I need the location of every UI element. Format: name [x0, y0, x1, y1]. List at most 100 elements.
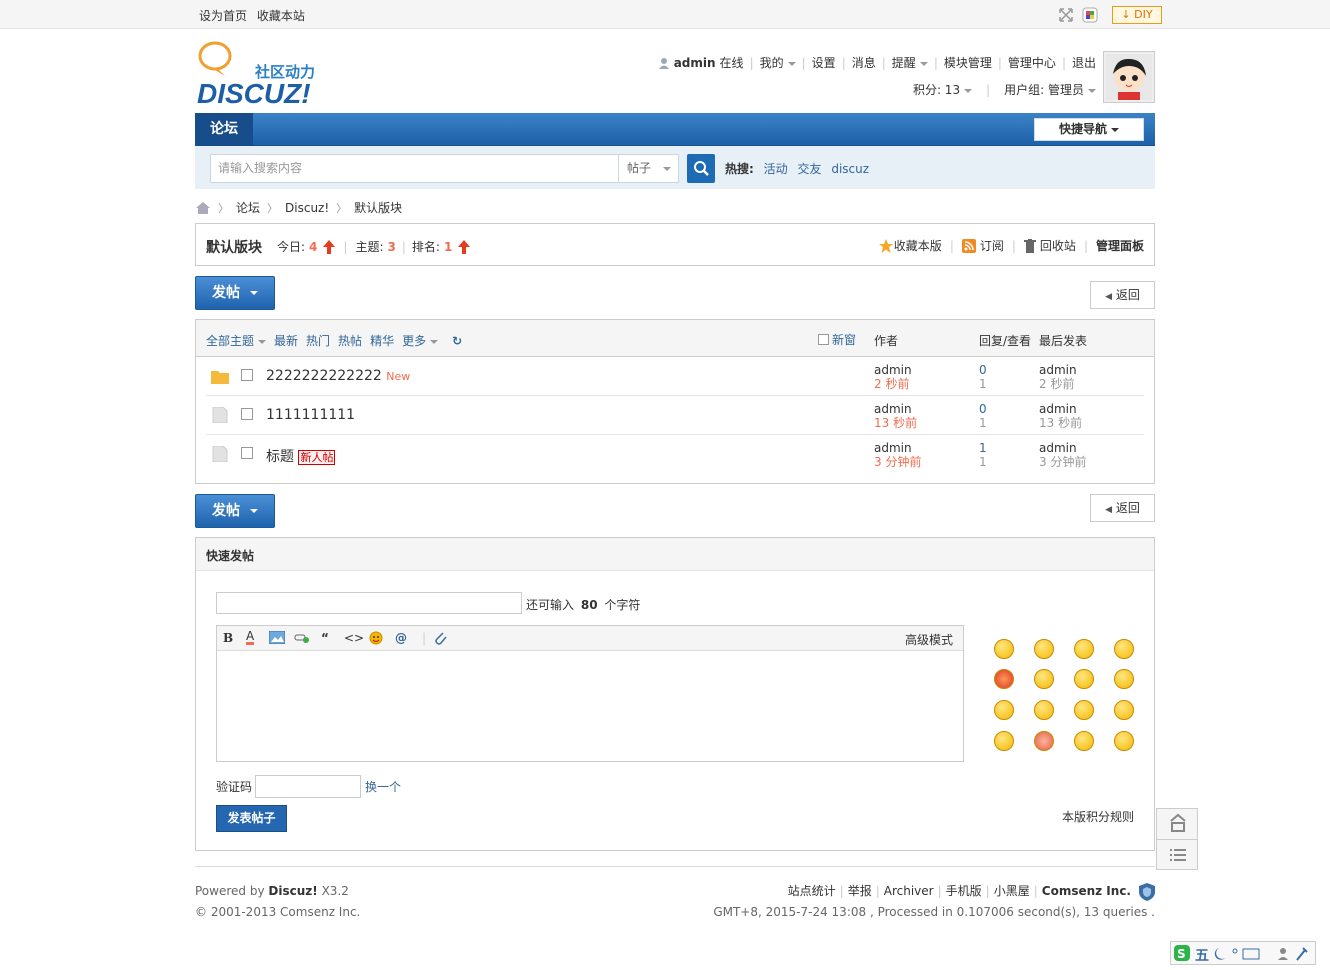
- home-icon[interactable]: [195, 201, 211, 215]
- thread-title[interactable]: 标题: [266, 449, 294, 465]
- style-switch-icon[interactable]: [1082, 7, 1098, 23]
- last-poster[interactable]: admin: [1039, 363, 1077, 377]
- messages-link[interactable]: 消息: [852, 54, 876, 71]
- admin-center-link[interactable]: 管理中心: [1008, 54, 1056, 71]
- hot-search-item[interactable]: 交友: [797, 162, 821, 176]
- filter-digest[interactable]: 精华: [370, 332, 394, 349]
- search-input[interactable]: 请输入搜索内容: [210, 154, 619, 183]
- filter-more[interactable]: 更多: [402, 332, 439, 349]
- scroll-top-button[interactable]: [1157, 809, 1197, 840]
- back-button[interactable]: ◀ 返回: [1090, 281, 1155, 309]
- font-color-icon[interactable]: A: [246, 630, 255, 645]
- table-row[interactable]: 2222222222222 New admin 2 秒前 01 admin 2 秒前: [206, 357, 1144, 396]
- footer-blacklist-link[interactable]: 小黑屋: [994, 881, 1030, 902]
- online-status[interactable]: 在线: [720, 54, 744, 71]
- bookmark-site-link[interactable]: 收藏本站: [257, 9, 305, 23]
- manage-panel-link[interactable]: 管理面板: [1096, 237, 1144, 254]
- my-menu[interactable]: 我的: [760, 54, 796, 71]
- smiley-icon[interactable]: [1034, 700, 1054, 720]
- ime-mode[interactable]: 五: [1195, 945, 1209, 965]
- recycle-bin-button[interactable]: 回收站: [1023, 237, 1076, 254]
- link-icon[interactable]: [294, 631, 310, 647]
- quote-icon[interactable]: “: [321, 631, 329, 645]
- portal-manage-link[interactable]: 模块管理: [944, 54, 992, 71]
- smiley-icon[interactable]: [1074, 700, 1094, 720]
- usergroup-menu[interactable]: 用户组: 管理员: [1004, 81, 1096, 98]
- thread-checkbox[interactable]: [241, 369, 253, 381]
- smiley-icon[interactable]: [1114, 669, 1134, 689]
- smiley-icon[interactable]: [994, 700, 1014, 720]
- set-home-link[interactable]: 设为首页: [199, 9, 247, 23]
- shield-icon[interactable]: [1139, 882, 1155, 901]
- last-post-time[interactable]: 2 秒前: [1039, 377, 1074, 391]
- message-editor[interactable]: B A “ <> @ | 高级模式: [216, 625, 964, 762]
- smiley-icon[interactable]: [1034, 731, 1054, 751]
- filter-latest[interactable]: 最新: [274, 332, 298, 349]
- smiley-icon[interactable]: [1034, 639, 1054, 659]
- remind-menu[interactable]: 提醒: [892, 54, 928, 71]
- smiley-icon[interactable]: [1114, 700, 1134, 720]
- breadcrumb-category[interactable]: Discuz!: [285, 201, 329, 215]
- logout-link[interactable]: 退出: [1072, 54, 1096, 71]
- footer-stats-link[interactable]: 站点统计: [788, 881, 836, 902]
- filter-hot[interactable]: 热门: [306, 332, 330, 349]
- nav-tab-forum[interactable]: 论坛: [195, 113, 253, 146]
- hot-search-item[interactable]: 活动: [764, 162, 788, 176]
- thread-checkbox[interactable]: [241, 447, 253, 459]
- credit-rules-link[interactable]: 本版积分规则: [1062, 808, 1134, 825]
- back-button-bottom[interactable]: ◀ 返回: [1090, 494, 1155, 522]
- thread-checkbox[interactable]: [241, 408, 253, 420]
- smiley-icon[interactable]: [1074, 731, 1094, 751]
- smiley-icon[interactable]: [1034, 669, 1054, 689]
- smiley-icon[interactable]: [1114, 731, 1134, 751]
- image-icon[interactable]: [268, 630, 286, 647]
- smiley-icon[interactable]: [994, 731, 1014, 751]
- thread-author[interactable]: admin: [874, 363, 912, 377]
- thread-title[interactable]: 1111111111: [266, 407, 355, 423]
- thread-title[interactable]: 2222222222222: [266, 368, 382, 384]
- submit-post-button[interactable]: 发表帖子: [216, 805, 287, 832]
- new-window-toggle[interactable]: 新窗: [818, 331, 856, 348]
- username-link[interactable]: admin: [674, 56, 716, 70]
- captcha-input[interactable]: [255, 775, 362, 798]
- filter-hot-posts[interactable]: 热帖: [338, 332, 362, 349]
- settings-link[interactable]: 设置: [812, 54, 836, 71]
- hot-search-item[interactable]: discuz: [831, 162, 869, 176]
- filter-all[interactable]: 全部主题: [206, 332, 267, 349]
- subject-input[interactable]: [216, 592, 522, 614]
- last-poster[interactable]: admin: [1039, 402, 1077, 416]
- search-button[interactable]: [687, 154, 715, 183]
- table-row[interactable]: 1111111111 admin 13 秒前 01 admin 13 秒前: [206, 396, 1144, 435]
- avatar[interactable]: [1103, 51, 1155, 103]
- breadcrumb-forum[interactable]: 论坛: [236, 199, 260, 216]
- credits-menu[interactable]: 积分: 13: [913, 81, 973, 98]
- new-thread-button-bottom[interactable]: 发帖: [195, 494, 275, 528]
- at-icon[interactable]: @: [395, 631, 407, 645]
- discuz-link[interactable]: Discuz!: [268, 884, 317, 898]
- thread-author[interactable]: admin: [874, 441, 912, 455]
- attachment-icon[interactable]: [433, 631, 447, 648]
- bold-icon[interactable]: B: [223, 631, 233, 645]
- new-window-checkbox[interactable]: [818, 334, 829, 345]
- fullscreen-icon[interactable]: [1058, 7, 1074, 23]
- footer-report-link[interactable]: 举报: [848, 881, 872, 902]
- refresh-icon[interactable]: ↻: [452, 334, 462, 348]
- advanced-mode-link[interactable]: 高级模式: [905, 631, 953, 648]
- smiley-icon[interactable]: [1074, 639, 1094, 659]
- breadcrumb-board[interactable]: 默认版块: [354, 199, 402, 216]
- last-post-time[interactable]: 13 秒前: [1039, 416, 1082, 430]
- smiley-icon[interactable]: [994, 669, 1014, 689]
- footer-archiver-link[interactable]: Archiver: [884, 881, 934, 902]
- quick-nav-button[interactable]: 快捷导航: [1034, 118, 1144, 141]
- search-type-select[interactable]: 帖子: [619, 154, 679, 183]
- smiley-icon[interactable]: [1114, 639, 1134, 659]
- company-link[interactable]: Comsenz Inc.: [1042, 881, 1131, 902]
- list-view-button[interactable]: [1157, 840, 1197, 871]
- last-post-time[interactable]: 3 分钟前: [1039, 455, 1086, 469]
- smiley-icon[interactable]: [994, 639, 1014, 659]
- footer-mobile-link[interactable]: 手机版: [946, 881, 982, 902]
- table-row[interactable]: 标题 新人帖 admin 3 分钟前 11 admin 3 分钟前: [206, 435, 1144, 474]
- diy-button[interactable]: ↓ DIY: [1112, 6, 1162, 24]
- new-thread-button[interactable]: 发帖: [195, 276, 275, 310]
- smiley-icon[interactable]: [1074, 669, 1094, 689]
